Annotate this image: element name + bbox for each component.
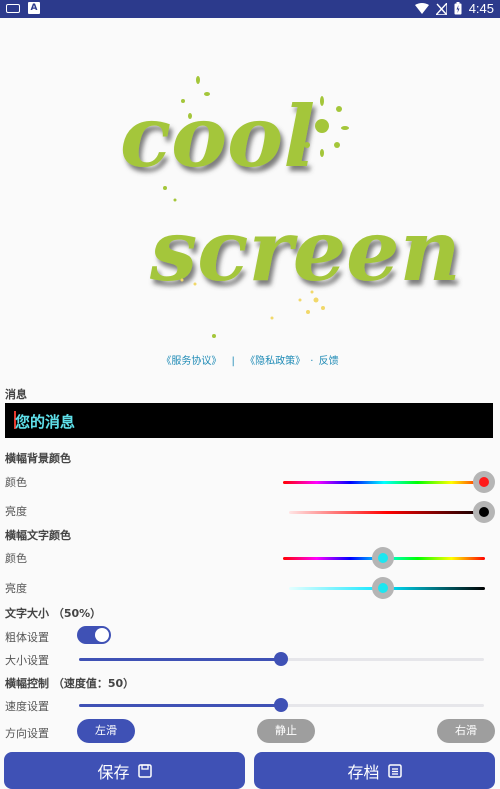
- status-time: 4:45: [468, 1, 494, 16]
- keyboard-icon: [6, 3, 20, 13]
- privacy-link[interactable]: 《隐私政策》: [245, 356, 305, 367]
- text-hue-label: 颜色: [5, 552, 27, 565]
- status-bar: A 4:45: [0, 0, 500, 18]
- direction-left-button[interactable]: 左滑: [77, 719, 135, 743]
- bg-hue-knob[interactable]: [473, 471, 495, 493]
- text-brightness-label: 亮度: [5, 582, 27, 595]
- a-app-icon: A: [28, 2, 40, 14]
- bg-brightness-slider[interactable]: [289, 511, 485, 514]
- message-input-value: 您的消息: [15, 413, 76, 431]
- wifi-icon: [414, 3, 429, 14]
- link-separator: |: [231, 356, 235, 367]
- direction-label: 方向设置: [5, 727, 49, 740]
- list-icon: [387, 763, 402, 778]
- logo-line-cool: cool: [120, 87, 315, 186]
- bg-hue-slider[interactable]: [283, 481, 485, 484]
- save-button-label: 保存: [97, 762, 130, 782]
- bold-label: 粗体设置: [5, 631, 49, 644]
- message-input[interactable]: 您的消息: [5, 403, 493, 438]
- text-color-title: 横幅文字颜色: [5, 529, 71, 542]
- link-separator-dot: ·: [310, 356, 314, 367]
- size-label: 大小设置: [5, 654, 49, 667]
- direction-right-button[interactable]: 右滑: [437, 719, 495, 743]
- speed-slider-fill: [79, 704, 281, 707]
- footer-links: 《服务协议》 | 《隐私政策》 · 反馈: [0, 352, 500, 367]
- bg-brightness-label: 亮度: [5, 505, 27, 518]
- size-slider-thumb[interactable]: [274, 652, 288, 666]
- bg-color-title: 横幅背景颜色: [5, 452, 71, 465]
- battery-icon: [454, 2, 462, 15]
- archive-button-label: 存档: [347, 762, 380, 782]
- text-hue-knob[interactable]: [372, 547, 394, 569]
- no-signal-icon: [435, 2, 447, 15]
- size-slider-fill: [79, 658, 281, 661]
- speed-label: 速度设置: [5, 700, 49, 713]
- terms-link[interactable]: 《服务协议》: [161, 356, 221, 367]
- save-button[interactable]: 保存: [4, 752, 245, 789]
- save-icon: [137, 763, 152, 778]
- text-size-title: 文字大小 （50%）: [5, 607, 102, 620]
- bold-toggle-thumb: [95, 628, 109, 642]
- speed-slider-thumb[interactable]: [274, 698, 288, 712]
- text-brightness-knob[interactable]: [372, 577, 394, 599]
- bold-toggle[interactable]: [77, 626, 111, 644]
- cool-screen-logo: cool screen: [120, 76, 461, 338]
- feedback-link[interactable]: 反馈: [319, 356, 339, 367]
- message-label: 消息: [5, 388, 27, 401]
- bg-hue-label: 颜色: [5, 476, 27, 489]
- archive-button[interactable]: 存档: [254, 752, 495, 789]
- banner-control-title: 横幅控制 （速度值：50）: [5, 677, 135, 690]
- bg-brightness-knob[interactable]: [473, 501, 495, 523]
- direction-static-button[interactable]: 静止: [257, 719, 315, 743]
